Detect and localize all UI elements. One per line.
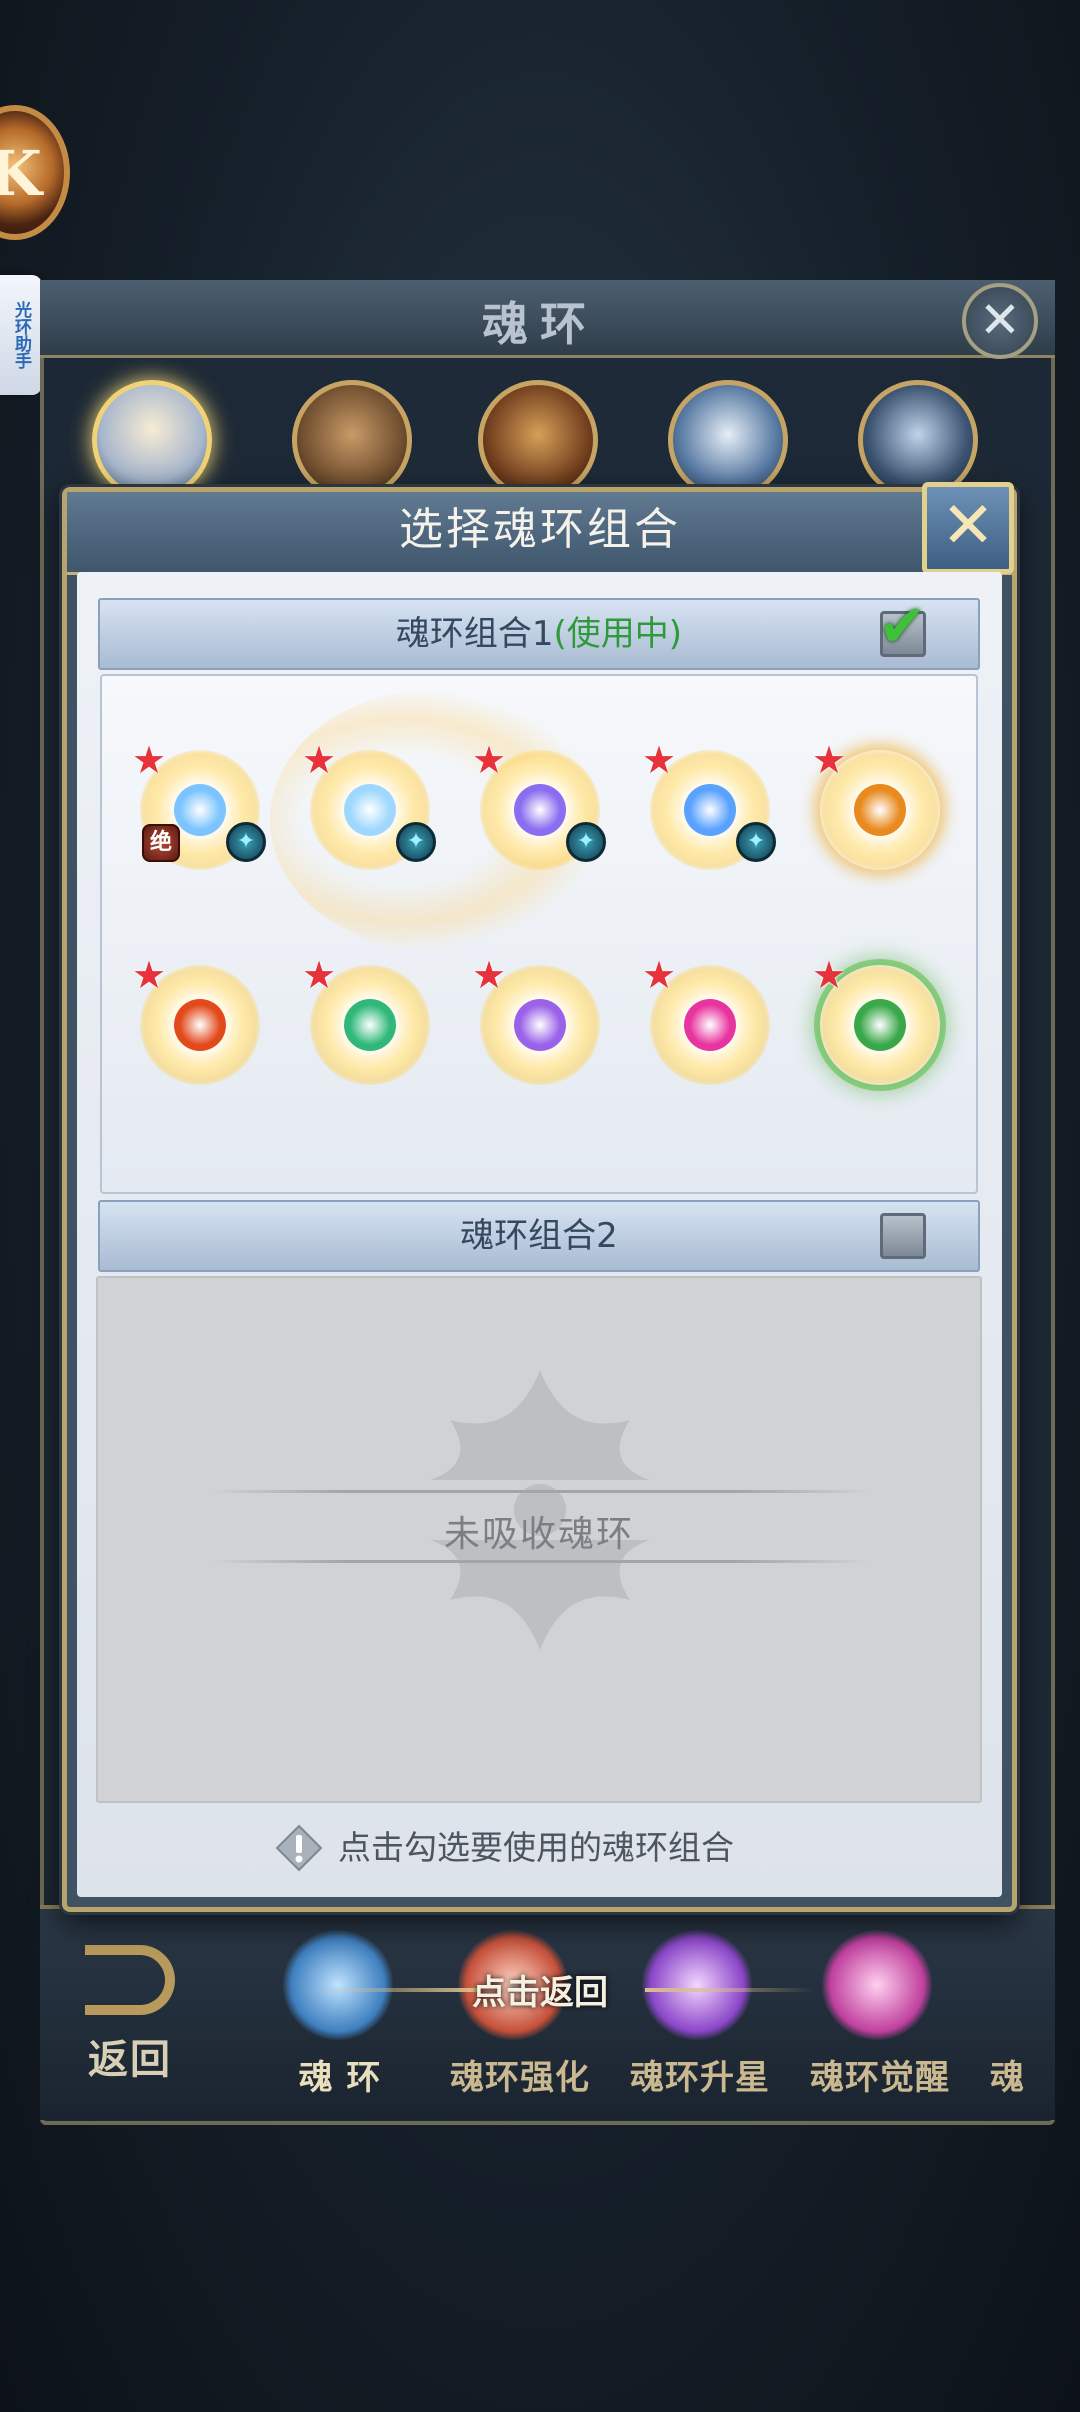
ice-crossbow-ring-icon[interactable]: ★ ✦ 绝 — [132, 740, 266, 870]
background-close-icon[interactable]: ✕ — [962, 283, 1038, 359]
blue-flame-ring-icon[interactable]: ★ ✦ — [642, 740, 776, 870]
star-icon: ★ — [132, 953, 167, 997]
spirit-badge-icon: ✦ — [396, 822, 436, 862]
main-menu-badge[interactable]: K — [0, 105, 70, 240]
ring-core — [514, 784, 566, 836]
pink-crystal-ring-icon[interactable]: ★ — [642, 955, 770, 1085]
combo-1-status: (使用中) — [553, 614, 683, 654]
back-label: 返回 — [88, 2037, 172, 2083]
fire-ring-icon[interactable]: ★ — [132, 955, 260, 1085]
dialog-close-button[interactable]: ✕ — [922, 482, 1014, 574]
star-icon: ★ — [642, 738, 677, 782]
background-panel-title: 魂环 — [482, 297, 598, 351]
hero-portrait-2[interactable] — [292, 380, 412, 500]
golden-dragon-ring-icon[interactable]: ★ — [812, 740, 940, 870]
empty-divider-bottom — [210, 1560, 870, 1563]
tab-enhance[interactable]: 魂环强化 — [425, 2050, 615, 2099]
star-icon: ★ — [812, 738, 847, 782]
hero-portrait-3[interactable] — [478, 380, 598, 500]
ring-core — [514, 999, 566, 1051]
combo-2-checkbox[interactable] — [880, 1213, 926, 1259]
hero-portrait-1[interactable] — [92, 380, 212, 500]
lightning-ring-icon[interactable]: ★ — [472, 955, 600, 1085]
dialog-hint: 点击勾选要使用的魂环组合 — [338, 1828, 734, 1867]
tap-to-return-text[interactable]: 点击返回 — [0, 1965, 1080, 2014]
combo-2-title: 魂环组合2 — [460, 1216, 618, 1256]
combo-1-title: 魂环组合1(使用中) — [98, 598, 980, 670]
tab-upgrade-star[interactable]: 魂环升星 — [605, 2050, 795, 2099]
green-wings-ring-icon[interactable]: ★ — [302, 955, 430, 1085]
ring-core — [854, 999, 906, 1051]
ring-core — [684, 999, 736, 1051]
k-logo-icon: K — [0, 137, 42, 210]
purple-burst-ring-icon[interactable]: ★ ✦ — [472, 740, 606, 870]
empty-divider-top — [210, 1490, 870, 1493]
green-leaf-ring-icon[interactable]: ★ — [812, 955, 940, 1085]
tab-more[interactable]: 魂 — [990, 2050, 1050, 2099]
spirit-badge-icon: ✦ — [226, 822, 266, 862]
no-rings-text: 未吸收魂环 — [443, 1514, 634, 1555]
star-icon: ★ — [472, 738, 507, 782]
hero-portrait-4[interactable] — [668, 380, 788, 500]
ring-core — [174, 784, 226, 836]
ring-core — [344, 784, 396, 836]
star-icon: ★ — [302, 953, 337, 997]
close-icon: ✕ — [941, 489, 995, 563]
star-icon: ★ — [132, 738, 167, 782]
ring-core — [174, 999, 226, 1051]
snowflake-ring-icon[interactable]: ★ ✦ — [302, 740, 436, 870]
checkmark-icon: ✔ — [878, 592, 927, 660]
tab-soul-ring[interactable]: 魂 环 — [245, 2050, 435, 2099]
tab-awaken[interactable]: 魂环觉醒 — [785, 2050, 975, 2099]
star-icon: ★ — [302, 738, 337, 782]
star-icon: ★ — [642, 953, 677, 997]
star-icon: ★ — [472, 953, 507, 997]
ring-core — [854, 784, 906, 836]
info-diamond-icon — [275, 1824, 323, 1872]
spirit-badge-icon: ✦ — [736, 822, 776, 862]
dialog-title: 选择魂环组合 — [399, 504, 681, 555]
jue-badge: 绝 — [142, 824, 180, 862]
ring-core — [344, 999, 396, 1051]
ring-core — [684, 784, 736, 836]
combo-1-label: 魂环组合1 — [395, 614, 554, 654]
star-icon: ★ — [812, 953, 847, 997]
spirit-badge-icon: ✦ — [566, 822, 606, 862]
